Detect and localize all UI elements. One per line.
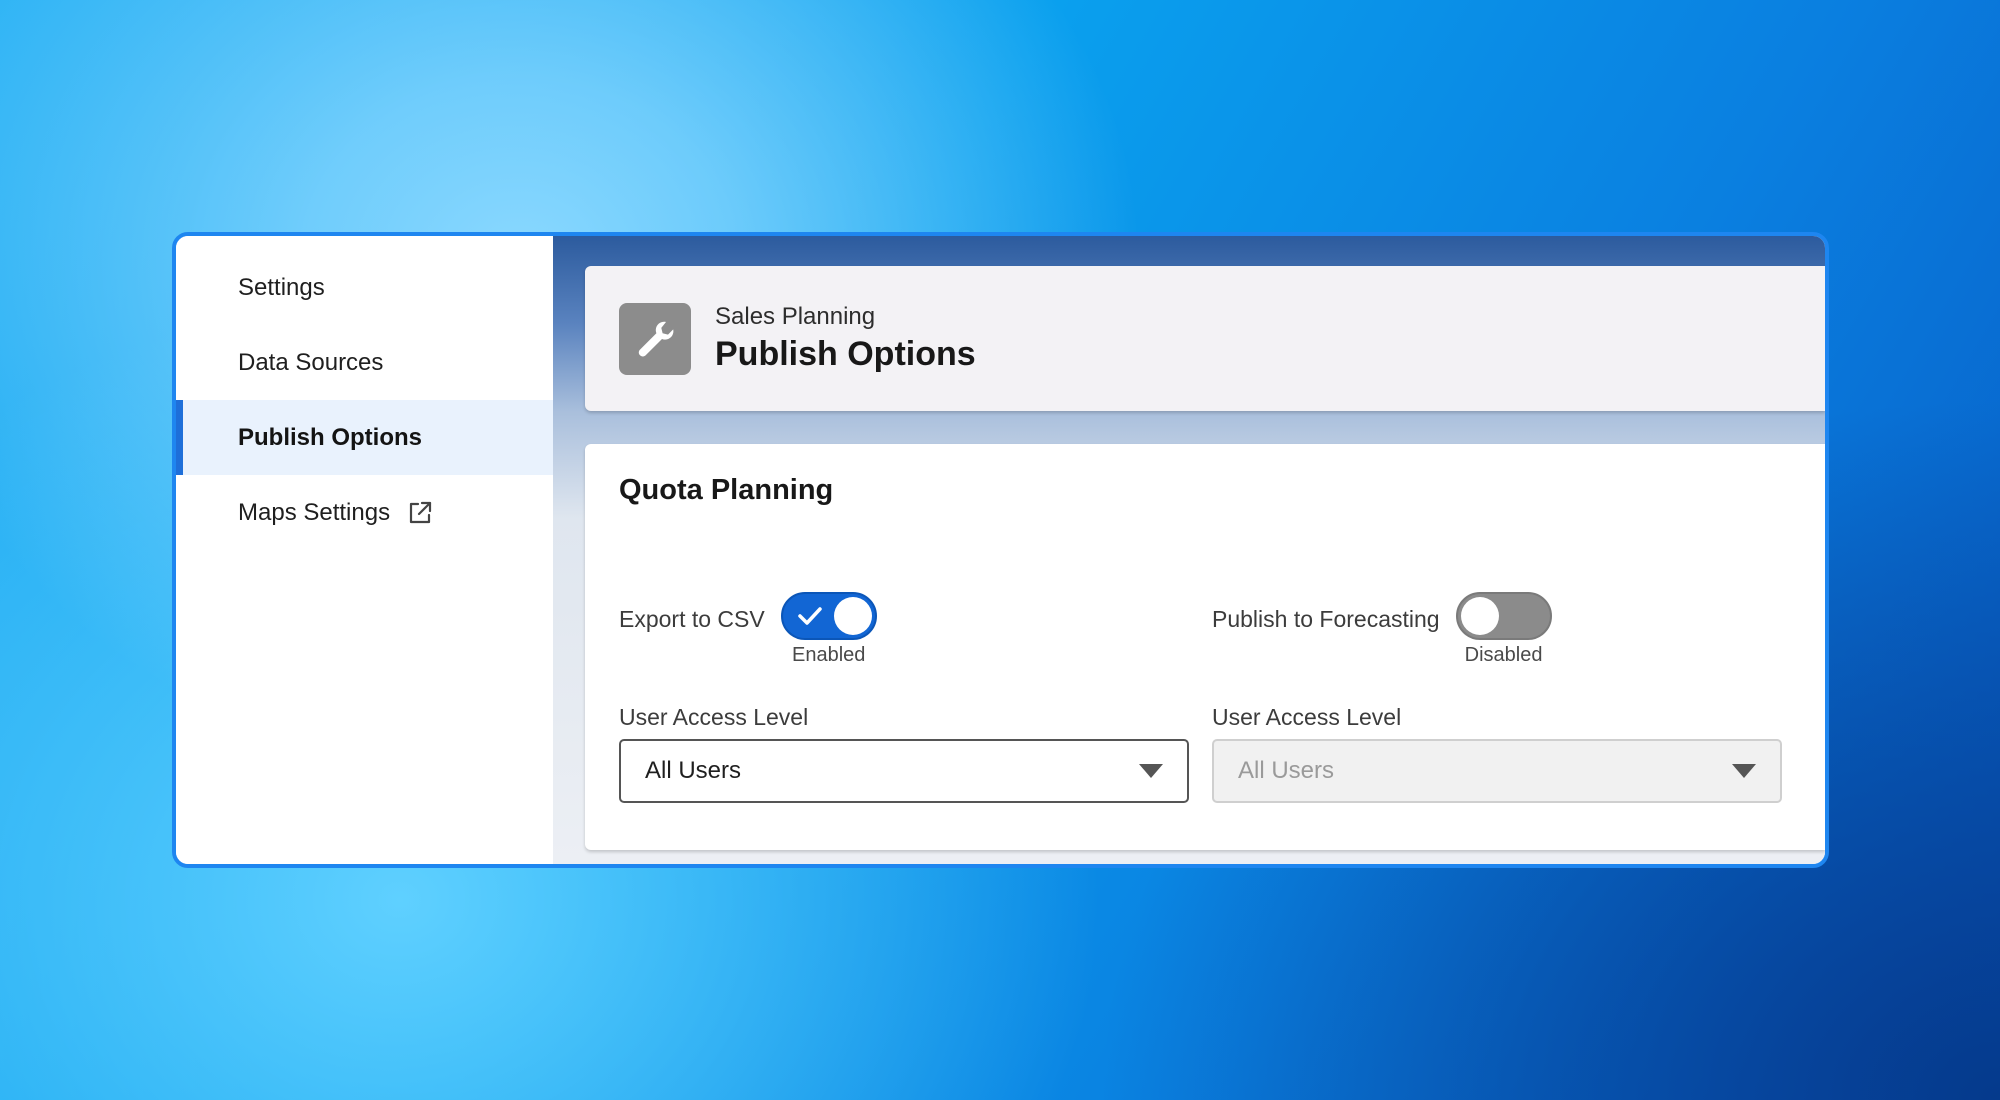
settings-window: Settings Data Sources Publish Options Ma…: [172, 232, 1829, 868]
toggle-knob: [833, 597, 872, 635]
sidebar-item-settings[interactable]: Settings: [176, 250, 553, 325]
main-panel: Sales Planning Publish Options Quota Pla…: [553, 236, 1825, 864]
sidebar-item-label: Settings: [238, 273, 325, 301]
check-icon: [797, 607, 822, 625]
quota-planning-card: Quota Planning Export to CSV Enabled Pub…: [585, 444, 1825, 850]
field-label: User Access Level: [1212, 704, 1402, 730]
app-name: Sales Planning: [715, 303, 876, 330]
field-label: User Access Level: [619, 704, 809, 730]
publish-forecasting-toggle-row: Publish to Forecasting Disabled: [1212, 592, 1552, 667]
sidebar-item-label: Publish Options: [238, 423, 422, 451]
external-link-icon: [406, 499, 434, 527]
sidebar-item-publish-options[interactable]: Publish Options: [176, 400, 553, 475]
wrench-icon: [619, 302, 691, 375]
sidebar-item-label: Data Sources: [238, 348, 384, 376]
publish-forecasting-status: Disabled: [1464, 644, 1543, 666]
export-csv-status: Enabled: [792, 644, 866, 666]
export-csv-toggle-wrap: Enabled: [780, 592, 877, 667]
export-csv-label: Export to CSV: [619, 606, 765, 632]
sidebar-nav: Settings Data Sources Publish Options Ma…: [176, 236, 553, 864]
chevron-down-icon: [1139, 764, 1163, 778]
user-access-level-field-forecasting: User Access Level All Users: [1212, 704, 1782, 803]
sidebar-item-data-sources[interactable]: Data Sources: [176, 325, 553, 400]
header-text: Sales Planning Publish Options: [715, 303, 976, 374]
sidebar-item-label: Maps Settings: [238, 498, 391, 526]
toggle-knob: [1460, 597, 1499, 635]
user-access-level-field-csv: User Access Level All Users: [619, 704, 1189, 803]
export-csv-toggle[interactable]: [780, 592, 877, 640]
publish-forecasting-toggle-wrap: Disabled: [1455, 592, 1552, 667]
publish-forecasting-toggle[interactable]: [1455, 592, 1552, 640]
export-csv-toggle-row: Export to CSV Enabled: [619, 592, 877, 667]
chevron-down-icon: [1732, 764, 1756, 778]
publish-forecasting-label: Publish to Forecasting: [1212, 606, 1440, 632]
section-title: Quota Planning: [619, 474, 834, 506]
page-title: Publish Options: [715, 335, 976, 373]
page-header: Sales Planning Publish Options: [585, 266, 1825, 411]
select-value: All Users: [1238, 757, 1335, 784]
select-value: All Users: [645, 757, 742, 784]
sidebar-item-maps-settings[interactable]: Maps Settings: [176, 475, 553, 550]
user-access-level-select-csv[interactable]: All Users: [619, 739, 1189, 803]
user-access-level-select-forecasting: All Users: [1212, 739, 1782, 803]
